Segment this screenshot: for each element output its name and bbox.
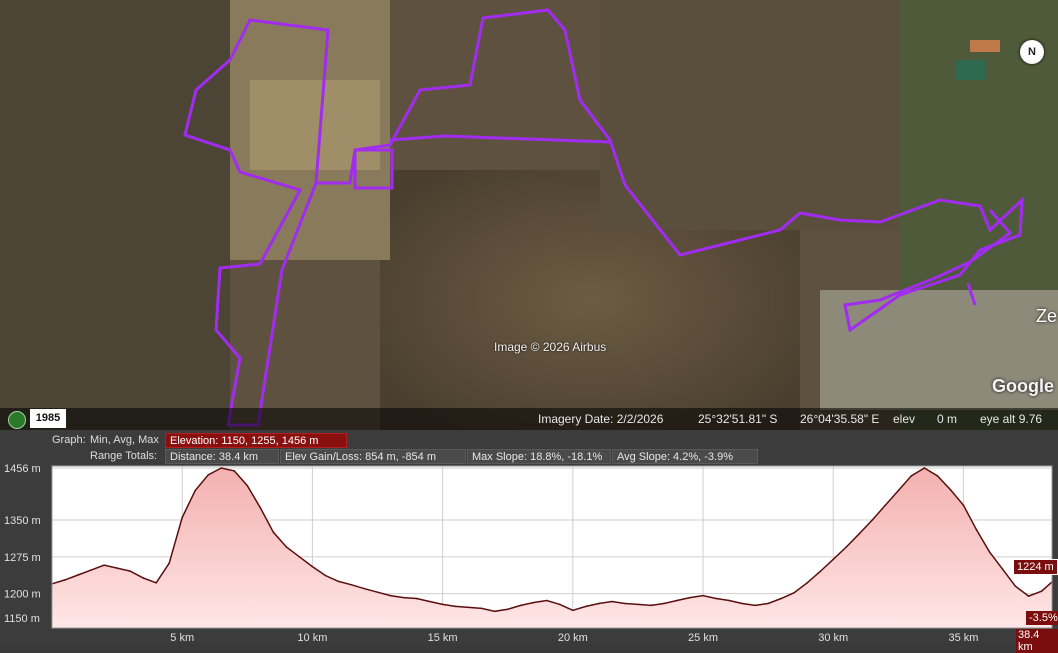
elevation-point	[585, 605, 587, 608]
elevation-point	[728, 599, 730, 602]
elevation-point	[1001, 568, 1004, 570]
elevation-point	[233, 470, 236, 472]
elevation-point	[611, 600, 613, 603]
elevation-point	[598, 602, 600, 605]
elevation-point	[624, 602, 626, 605]
elevation-point	[545, 599, 548, 602]
elevation-point	[129, 570, 131, 572]
elevation-point	[663, 602, 665, 605]
y-tick-label: 1456 m	[4, 463, 41, 475]
elevation-point	[532, 601, 535, 604]
elevation-point	[949, 488, 952, 491]
elevation-point	[572, 609, 574, 612]
elevation-point	[376, 591, 379, 593]
elevation-point	[793, 591, 795, 594]
elevation-point	[754, 604, 756, 607]
elevation-point	[246, 484, 249, 487]
elevation-point	[454, 605, 457, 608]
elevation-point	[936, 475, 939, 477]
elevation-point	[324, 574, 327, 577]
elevation-point	[962, 504, 965, 507]
elevation-point	[988, 551, 991, 553]
elevation-point	[845, 546, 848, 548]
elevation-point	[923, 467, 926, 469]
elevation-point	[480, 607, 483, 610]
elevation-chart[interactable]: 1456 m 1350 m 1275 m 1200 m 1150 m 5 km 10 km 1…	[0, 0, 1058, 643]
elevation-point	[155, 582, 157, 584]
elevation-point	[975, 529, 978, 531]
cursor-slope-readout: -3.5%	[1026, 611, 1058, 625]
elevation-point	[337, 580, 340, 583]
elevation-point	[402, 596, 405, 599]
y-tick-label: 1200 m	[4, 589, 41, 601]
elevation-point	[389, 594, 392, 597]
elevation-point	[272, 531, 275, 534]
y-tick-label: 1150 m	[4, 613, 40, 625]
elevation-point	[142, 577, 144, 579]
elevation-point	[689, 596, 691, 599]
elevation-point	[207, 474, 210, 476]
elevation-point	[64, 579, 66, 581]
elevation-point	[819, 570, 822, 573]
elevation-point	[519, 604, 522, 607]
elevation-point	[467, 606, 470, 609]
elevation-point	[220, 467, 223, 469]
elevation-point	[168, 562, 170, 564]
elevation-point	[350, 584, 353, 586]
elevation-point	[897, 489, 900, 492]
elevation-point	[77, 574, 79, 576]
elevation-point	[506, 608, 509, 611]
elevation-point	[702, 594, 704, 597]
elevation-point	[363, 587, 366, 590]
elevation-point	[90, 569, 92, 571]
elevation-point	[780, 597, 782, 600]
elevation-point	[259, 506, 262, 509]
elevation-point	[832, 558, 835, 561]
elevation-point	[871, 519, 874, 521]
cursor-elevation-readout: 1224 m	[1013, 559, 1058, 575]
elevation-point	[637, 603, 639, 606]
elevation-point	[428, 600, 431, 603]
x-tick-label: 10 km	[297, 632, 327, 643]
elevation-point	[415, 597, 418, 600]
elevation-point	[884, 504, 887, 507]
x-tick-label: 15 km	[428, 632, 458, 643]
elevation-point	[285, 546, 288, 548]
elevation-point	[910, 475, 913, 477]
elevation-point	[715, 597, 717, 600]
x-tick-label: 25 km	[688, 632, 718, 643]
elevation-point	[741, 602, 743, 605]
y-tick-label: 1350 m	[4, 515, 41, 527]
elevation-point	[298, 556, 301, 558]
elevation-point	[676, 599, 678, 602]
elevation-point	[493, 610, 496, 613]
x-tick-label: 35 km	[948, 632, 978, 643]
elevation-point	[1014, 585, 1017, 588]
elevation-point	[767, 602, 769, 605]
elevation-point	[441, 603, 444, 606]
x-tick-label: 30 km	[818, 632, 848, 643]
elevation-point	[194, 489, 197, 492]
x-tick-label: 5 km	[170, 632, 194, 643]
elevation-point	[806, 582, 809, 584]
x-tick-label: 20 km	[558, 632, 588, 643]
elevation-point	[650, 604, 652, 607]
elevation-point	[116, 567, 118, 569]
y-tick-label: 1275 m	[4, 552, 41, 564]
elevation-point	[103, 564, 105, 566]
elevation-point	[559, 603, 561, 606]
elevation-point	[181, 516, 184, 519]
elevation-point	[1027, 595, 1030, 597]
elevation-point	[1040, 590, 1043, 592]
elevation-point	[858, 532, 861, 535]
end-distance-label: 38.4 km	[1016, 629, 1058, 653]
elevation-point	[311, 565, 314, 568]
